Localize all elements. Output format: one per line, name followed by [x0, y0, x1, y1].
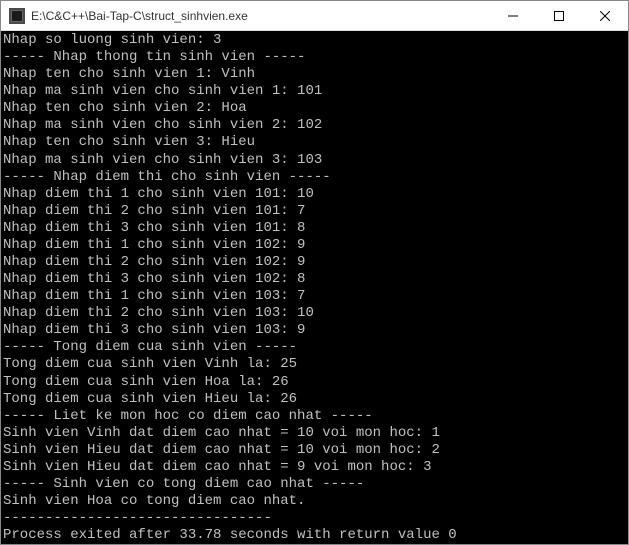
- console-line: Tong diem cua sinh vien Hoa la: 26: [1, 374, 628, 391]
- console-line: Nhap diem thi 2 cho sinh vien 101: 7: [1, 203, 628, 220]
- console-line: Nhap so luong sinh vien: 3: [1, 32, 628, 49]
- console-line: Nhap ten cho sinh vien 2: Hoa: [1, 100, 628, 117]
- console-line: Nhap diem thi 2 cho sinh vien 103: 10: [1, 305, 628, 322]
- minimize-icon: [508, 11, 518, 21]
- console-line: ----- Tong diem cua sinh vien -----: [1, 339, 628, 356]
- title-bar: E:\C&C++\Bai-Tap-C\struct_sinhvien.exe: [1, 1, 628, 31]
- console-line: Nhap diem thi 3 cho sinh vien 101: 8: [1, 220, 628, 237]
- console-line: Sinh vien Hieu dat diem cao nhat = 9 voi…: [1, 459, 628, 476]
- maximize-icon: [554, 11, 564, 21]
- console-output[interactable]: Nhap so luong sinh vien: 3----- Nhap tho…: [1, 31, 628, 544]
- console-line: Sinh vien Vinh dat diem cao nhat = 10 vo…: [1, 425, 628, 442]
- close-button[interactable]: [582, 1, 628, 30]
- console-line: Nhap diem thi 1 cho sinh vien 101: 10: [1, 186, 628, 203]
- console-line: ----- Sinh vien co tong diem cao nhat --…: [1, 476, 628, 493]
- window-title: E:\C&C++\Bai-Tap-C\struct_sinhvien.exe: [31, 9, 248, 23]
- console-line: Nhap diem thi 1 cho sinh vien 103: 7: [1, 288, 628, 305]
- maximize-button[interactable]: [536, 1, 582, 30]
- console-line: Tong diem cua sinh vien Hieu la: 26: [1, 391, 628, 408]
- console-line: ----- Nhap diem thi cho sinh vien -----: [1, 169, 628, 186]
- console-line: ----- Nhap thong tin sinh vien -----: [1, 49, 628, 66]
- console-line: Nhap ma sinh vien cho sinh vien 3: 103: [1, 152, 628, 169]
- console-line: Sinh vien Hoa co tong diem cao nhat.: [1, 493, 628, 510]
- app-icon: [9, 8, 25, 24]
- console-line: ----- Liet ke mon hoc co diem cao nhat -…: [1, 408, 628, 425]
- console-line: Process exited after 33.78 seconds with …: [1, 527, 628, 544]
- minimize-button[interactable]: [490, 1, 536, 30]
- console-line: Nhap ten cho sinh vien 1: Vinh: [1, 66, 628, 83]
- console-line: Sinh vien Hieu dat diem cao nhat = 10 vo…: [1, 442, 628, 459]
- window-controls: [490, 1, 628, 30]
- close-icon: [600, 11, 610, 21]
- title-bar-left: E:\C&C++\Bai-Tap-C\struct_sinhvien.exe: [9, 8, 248, 24]
- console-line: Nhap diem thi 3 cho sinh vien 103: 9: [1, 322, 628, 339]
- console-line: Nhap diem thi 3 cho sinh vien 102: 8: [1, 271, 628, 288]
- console-line: Nhap ma sinh vien cho sinh vien 2: 102: [1, 117, 628, 134]
- console-window: E:\C&C++\Bai-Tap-C\struct_sinhvien.exe N…: [0, 0, 629, 545]
- console-line: Nhap ten cho sinh vien 3: Hieu: [1, 134, 628, 151]
- console-line: Nhap diem thi 2 cho sinh vien 102: 9: [1, 254, 628, 271]
- console-line: Nhap ma sinh vien cho sinh vien 1: 101: [1, 83, 628, 100]
- console-line: Tong diem cua sinh vien Vinh la: 25: [1, 356, 628, 373]
- console-line: --------------------------------: [1, 510, 628, 527]
- console-line: Nhap diem thi 1 cho sinh vien 102: 9: [1, 237, 628, 254]
